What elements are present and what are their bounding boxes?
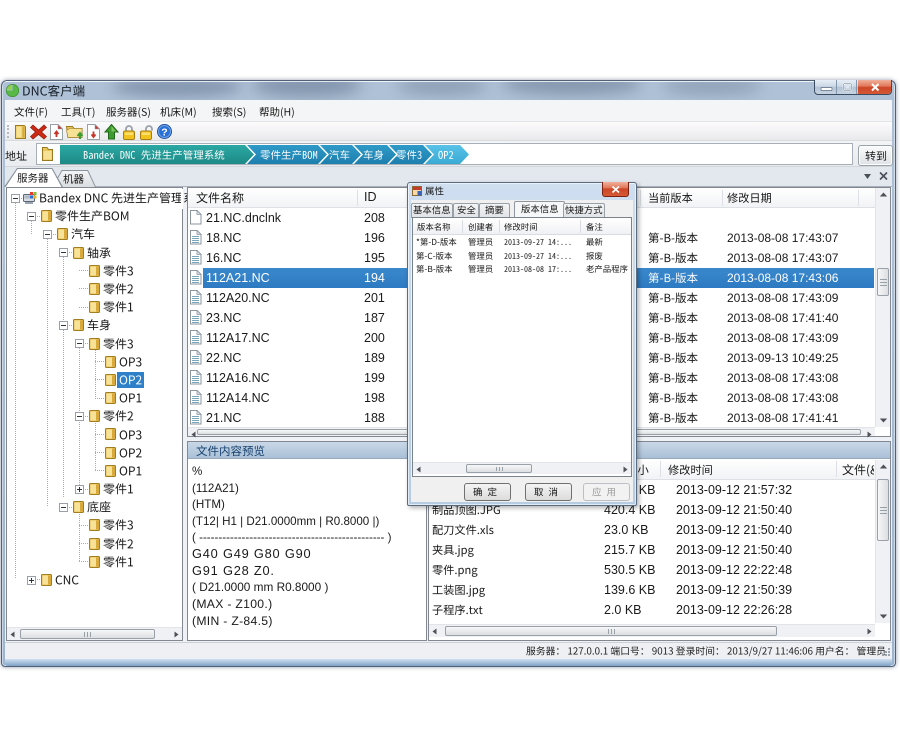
svg-text:?: ? — [161, 127, 167, 139]
